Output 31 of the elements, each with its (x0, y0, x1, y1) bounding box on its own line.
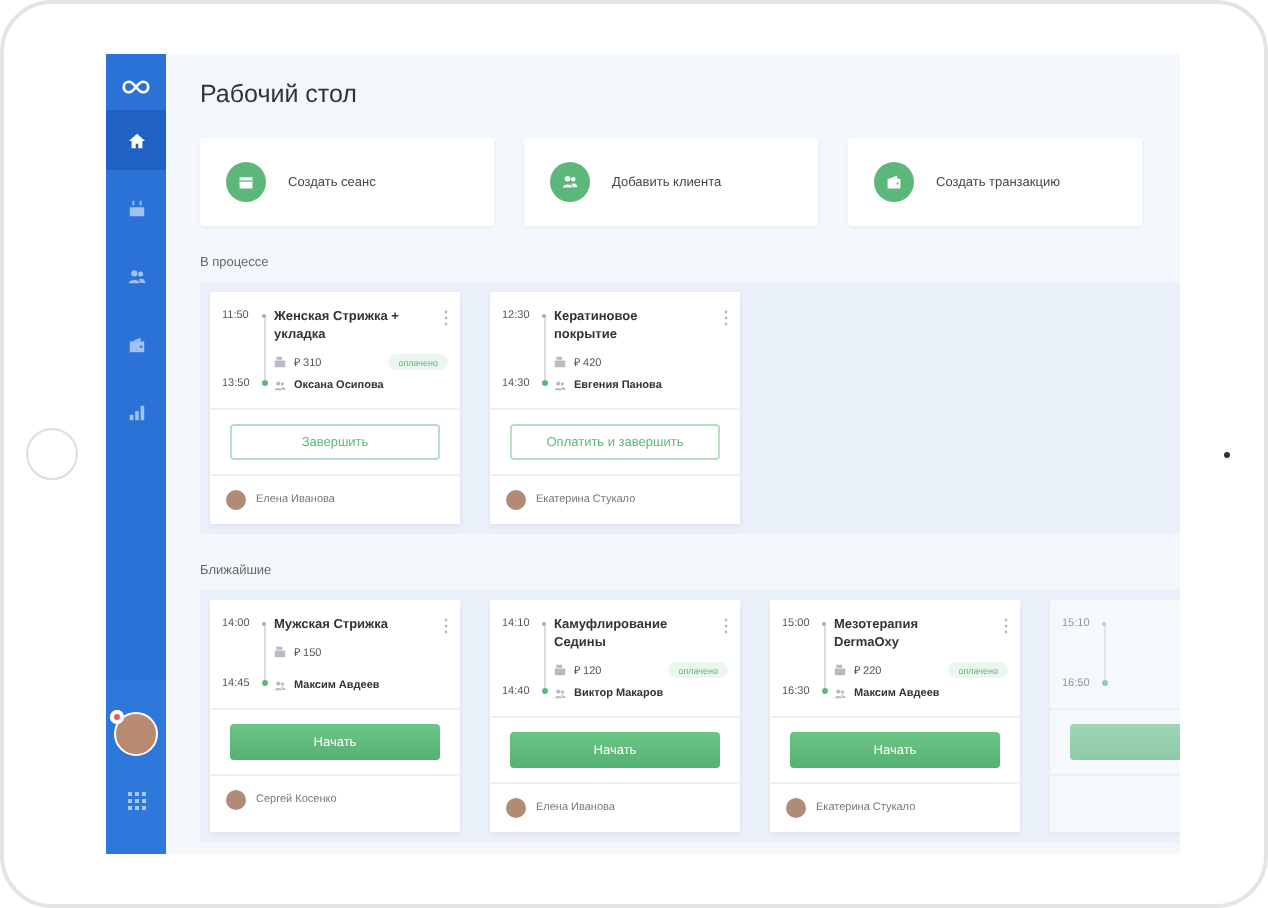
user-avatar[interactable] (114, 712, 158, 756)
avatar (226, 490, 246, 510)
avatar (226, 790, 246, 810)
apps-grid-icon[interactable] (127, 792, 145, 810)
avatar (506, 490, 526, 510)
home-button[interactable] (25, 428, 77, 480)
home-icon (127, 131, 145, 149)
people-icon (554, 380, 566, 392)
action-icon (226, 162, 266, 202)
wallet-icon (127, 335, 145, 353)
bar-chart-icon (127, 403, 145, 421)
page-title: Рабочий стол (200, 78, 359, 110)
people-icon (274, 380, 286, 392)
people-icon (127, 267, 145, 285)
action-icon (550, 162, 590, 202)
avatar (786, 798, 806, 818)
calendar-icon (127, 199, 145, 217)
avatar (506, 798, 526, 818)
register-icon (274, 356, 286, 368)
register-icon (554, 356, 566, 368)
register-icon (834, 664, 846, 676)
camera-dot (1223, 451, 1229, 457)
register-icon (274, 646, 286, 658)
people-icon (274, 680, 286, 692)
people-icon (834, 688, 846, 700)
logo-icon (122, 80, 150, 94)
notification-icon (110, 710, 124, 724)
people-icon (554, 688, 566, 700)
register-icon (554, 664, 566, 676)
nav-item[interactable] (106, 110, 166, 170)
action-icon (874, 162, 914, 202)
